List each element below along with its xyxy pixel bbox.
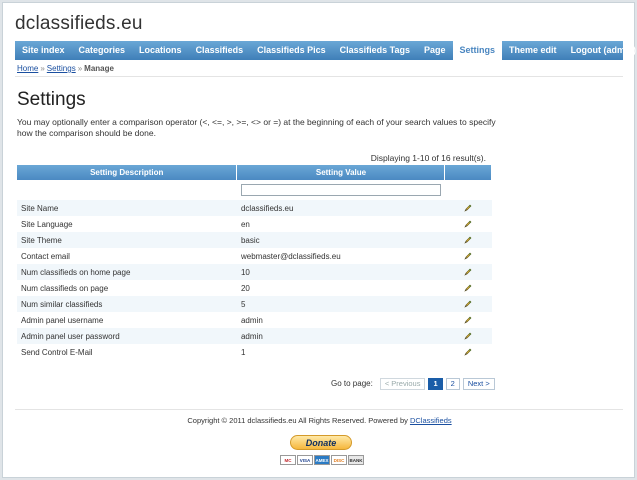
pager-next-button[interactable]: Next > <box>462 377 495 390</box>
setting-description: Send Control E-Mail <box>17 344 237 360</box>
table-row: Site Theme basic <box>17 232 492 248</box>
divider <box>15 409 623 410</box>
nav-item-classifieds[interactable]: Classifieds <box>189 41 251 60</box>
table-row: Site Name dclassifieds.eu <box>17 200 492 216</box>
pager-previous-button[interactable]: < Previous <box>379 377 426 390</box>
setting-value: 20 <box>236 280 445 296</box>
pager-label: Go to page: <box>331 379 373 388</box>
powered-by-link[interactable]: DClassifieds <box>410 416 452 425</box>
column-header-actions <box>444 165 492 180</box>
setting-description: Site Theme <box>17 232 237 248</box>
pencil-edit-icon[interactable] <box>463 283 473 293</box>
breadcrumb-settings-link[interactable]: Settings <box>47 64 76 73</box>
result-summary: Displaying 1-10 of 16 result(s). <box>370 153 486 163</box>
pencil-edit-icon[interactable] <box>463 299 473 309</box>
pencil-edit-icon[interactable] <box>463 331 473 341</box>
visa-icon: VISA <box>297 455 313 465</box>
setting-value: 10 <box>236 264 445 280</box>
column-header-value[interactable]: Setting Value <box>236 165 446 180</box>
breadcrumb-home-link[interactable]: Home <box>17 64 38 73</box>
pencil-edit-icon[interactable] <box>463 203 473 213</box>
breadcrumb-separator: » <box>77 64 83 73</box>
setting-value: admin <box>236 328 445 344</box>
nav-item-classifieds-tags[interactable]: Classifieds Tags <box>333 41 417 60</box>
footer-copyright: Copyright © 2011 dclassifieds.eu All Rig… <box>3 416 636 425</box>
setting-value: admin <box>236 312 445 328</box>
table-row: Num classifieds on home page 10 <box>17 264 492 280</box>
setting-description: Site Language <box>17 216 237 232</box>
main-nav: Site index Categories Locations Classifi… <box>15 41 636 60</box>
divider <box>15 76 623 77</box>
pager: Go to page: < Previous 1 2 Next > <box>331 377 495 390</box>
setting-value: 5 <box>236 296 445 312</box>
page-title: Settings <box>17 89 86 110</box>
setting-description: Site Name <box>17 200 237 216</box>
setting-value: basic <box>236 232 445 248</box>
table-row: Admin panel username admin <box>17 312 492 328</box>
table-row: Send Control E-Mail 1 <box>17 344 492 360</box>
nav-item-classifieds-pics[interactable]: Classifieds Pics <box>250 41 333 60</box>
copyright-text: Copyright © 2011 dclassifieds.eu All Rig… <box>187 416 410 425</box>
pencil-edit-icon[interactable] <box>463 267 473 277</box>
setting-description: Num classifieds on home page <box>17 264 237 280</box>
setting-description: Num classifieds on page <box>17 280 237 296</box>
donate-button[interactable]: Donate <box>290 435 352 450</box>
setting-value: en <box>236 216 445 232</box>
amex-icon: AMEX <box>314 455 330 465</box>
site-title: dclassifieds.eu <box>15 13 143 34</box>
nav-item-site-index[interactable]: Site index <box>15 41 72 60</box>
pager-page-1[interactable]: 1 <box>428 377 443 390</box>
setting-value: dclassifieds.eu <box>236 200 445 216</box>
discover-icon: DISC <box>331 455 347 465</box>
pencil-edit-icon[interactable] <box>463 347 473 357</box>
breadcrumb: Home» Settings» Manage <box>17 64 114 73</box>
nav-item-page[interactable]: Page <box>417 41 453 60</box>
settings-table: Setting Description Setting Value Site N… <box>17 165 492 360</box>
breadcrumb-separator: » <box>40 64 45 73</box>
nav-item-logout[interactable]: Logout (admin) <box>564 41 637 60</box>
nav-item-settings[interactable]: Settings <box>452 41 503 60</box>
pencil-edit-icon[interactable] <box>463 235 473 245</box>
bank-icon: BANK <box>348 455 364 465</box>
setting-description: Admin panel username <box>17 312 237 328</box>
table-row: Num similar classifieds 5 <box>17 296 492 312</box>
setting-value: webmaster@dclassifieds.eu <box>236 248 445 264</box>
breadcrumb-current: Manage <box>84 64 114 73</box>
setting-description: Admin panel user password <box>17 328 237 344</box>
nav-item-locations[interactable]: Locations <box>132 41 189 60</box>
page-frame: dclassifieds.eu Site index Categories Lo… <box>2 2 636 478</box>
pager-page-2[interactable]: 2 <box>445 377 460 390</box>
table-row: Site Language en <box>17 216 492 232</box>
value-filter-input[interactable] <box>240 184 441 196</box>
setting-description: Contact email <box>17 248 237 264</box>
nav-item-theme-edit[interactable]: Theme edit <box>502 41 564 60</box>
filter-row <box>17 180 492 200</box>
payment-cards: MC VISA AMEX DISC BANK <box>280 455 364 465</box>
intro-text: You may optionally enter a comparison op… <box>17 117 496 138</box>
setting-value: 1 <box>236 344 445 360</box>
table-row: Contact email webmaster@dclassifieds.eu <box>17 248 492 264</box>
column-header-description[interactable]: Setting Description <box>17 165 238 180</box>
pencil-edit-icon[interactable] <box>463 219 473 229</box>
setting-description: Num similar classifieds <box>17 296 237 312</box>
pencil-edit-icon[interactable] <box>463 315 473 325</box>
mastercard-icon: MC <box>280 455 296 465</box>
table-row: Admin panel user password admin <box>17 328 492 344</box>
nav-item-categories[interactable]: Categories <box>72 41 133 60</box>
table-row: Num classifieds on page 20 <box>17 280 492 296</box>
pencil-edit-icon[interactable] <box>463 251 473 261</box>
